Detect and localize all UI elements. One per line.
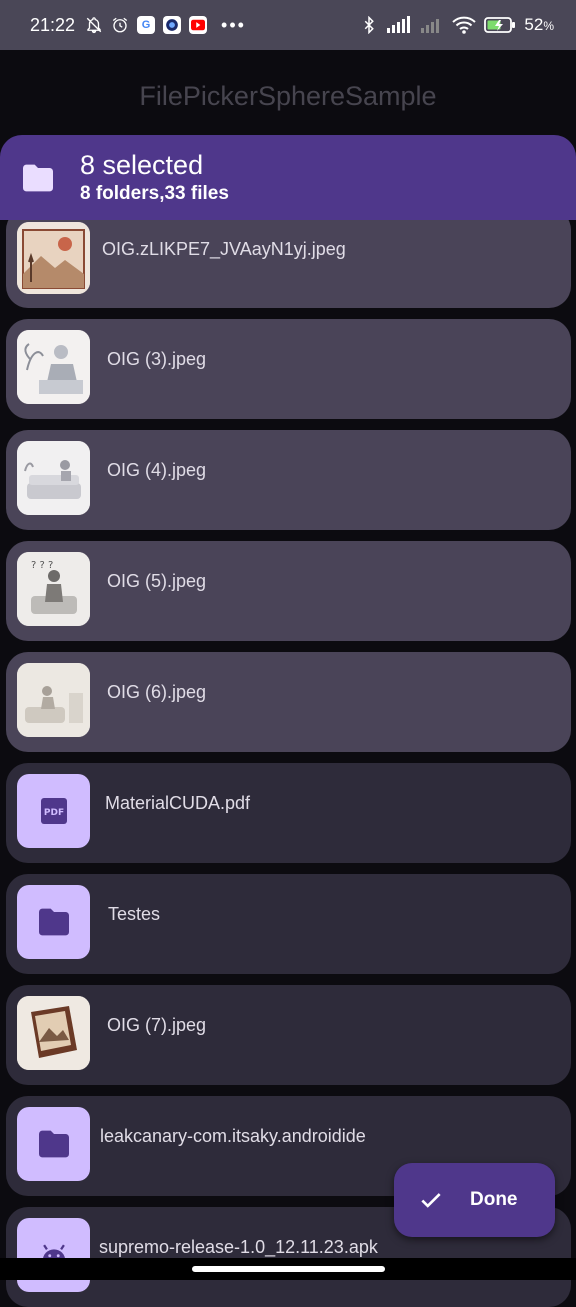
list-item[interactable]: PDF MaterialCUDA.pdf [6, 763, 571, 863]
list-item[interactable]: ? ? ? OIG (5).jpeg [6, 541, 571, 641]
file-name: leakcanary-com.itsaky.androidide [100, 1126, 366, 1146]
done-button[interactable]: Done [394, 1163, 555, 1237]
list-item[interactable]: OIG (7).jpeg [6, 985, 571, 1085]
done-button-label: Done [470, 1189, 518, 1210]
list-item[interactable]: Testes [6, 874, 571, 974]
image-thumbnail: ? ? ? [17, 552, 90, 626]
file-name: Testes [108, 904, 161, 924]
svg-text:PDF: PDF [43, 808, 63, 818]
list-item[interactable]: OIG (6).jpeg [6, 652, 571, 752]
check-icon [418, 1187, 444, 1213]
file-name: OIG (6).jpeg [107, 682, 207, 702]
image-thumbnail [17, 663, 90, 737]
folder-icon [17, 1107, 90, 1181]
file-name: MaterialCUDA.pdf [105, 793, 251, 813]
selection-summary: 8 folders,33 files [80, 182, 229, 204]
image-thumbnail [17, 222, 90, 294]
file-name: OIG (5).jpeg [107, 571, 207, 591]
navigation-bar [0, 1258, 576, 1280]
image-thumbnail [17, 330, 90, 404]
svg-text:? ? ?: ? ? ? [31, 560, 53, 571]
file-name: OIG (4).jpeg [107, 460, 207, 480]
selected-count: 8 selected [80, 149, 204, 180]
file-name: supremo-release-1.0_12.11.23.apk [99, 1237, 378, 1257]
file-name: OIG (3).jpeg [107, 349, 207, 369]
file-name: OIG (7).jpeg [107, 1015, 207, 1035]
folder-icon [17, 885, 90, 959]
pdf-icon: PDF [17, 774, 90, 848]
file-name: OIG.zLIKPE7_JVAayN1yj.jpeg [102, 239, 346, 259]
image-thumbnail [17, 996, 90, 1070]
list-item[interactable]: OIG (3).jpeg [6, 319, 571, 419]
list-item[interactable]: OIG (4).jpeg [6, 430, 571, 530]
selection-header: 8 selected 8 folders,33 files [0, 135, 576, 220]
folder-icon [18, 158, 58, 198]
home-gesture-handle[interactable] [192, 1266, 385, 1272]
image-thumbnail [17, 441, 90, 515]
android-apk-icon [17, 1218, 90, 1292]
list-item[interactable]: OIG.zLIKPE7_JVAayN1yj.jpeg [6, 208, 571, 308]
